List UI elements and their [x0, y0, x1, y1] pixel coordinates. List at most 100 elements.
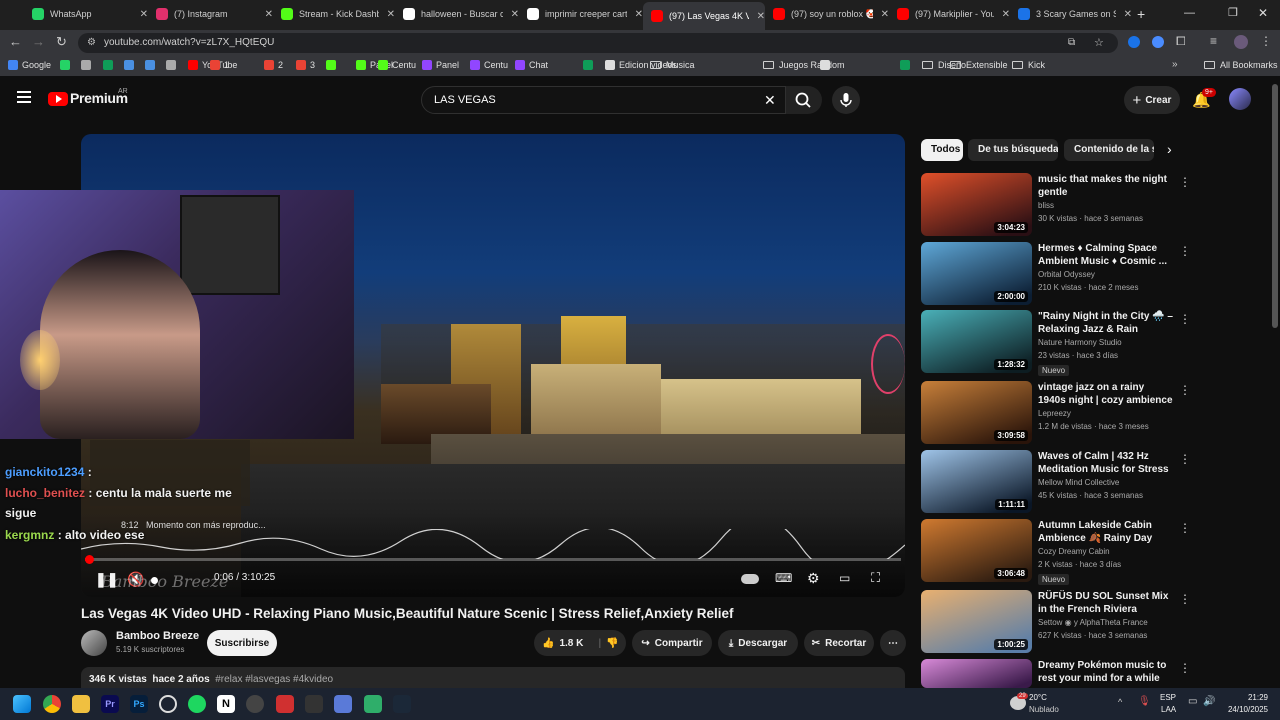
close-window-button[interactable]: ✕ — [1258, 6, 1268, 20]
bookmark-item[interactable] — [820, 60, 834, 70]
notion-icon[interactable]: N — [217, 695, 235, 713]
close-tab-icon[interactable]: ✕ — [1002, 9, 1010, 20]
reload-icon[interactable]: ↻ — [56, 34, 67, 50]
windows-start-icon[interactable] — [13, 695, 31, 713]
recommended-channel[interactable]: Cozy Dreamy Cabin — [1038, 547, 1110, 556]
download-button[interactable]: ⤓ Descargar — [718, 630, 798, 656]
more-options-icon[interactable]: ⋮ — [1179, 244, 1191, 258]
chrome-icon[interactable] — [43, 695, 61, 713]
dislike-icon[interactable]: 👎 — [606, 638, 618, 649]
more-options-icon[interactable]: ⋮ — [1179, 592, 1191, 606]
minimize-button[interactable]: — — [1184, 7, 1195, 19]
video-thumbnail[interactable]: 1:00:25 — [921, 590, 1032, 653]
profile-avatar[interactable] — [1234, 35, 1248, 49]
restore-button[interactable]: ❐ — [1228, 6, 1238, 19]
recommended-title[interactable]: Hermes ♦ Calming Space Ambient Music ♦ C… — [1038, 242, 1174, 268]
network-icon[interactable]: ▭ — [1188, 696, 1197, 707]
install-app-icon[interactable]: ⧉ — [1068, 33, 1075, 53]
recommended-title[interactable]: Waves of Calm | 432 Hz Meditation Music … — [1038, 450, 1174, 477]
browser-tab[interactable]: imprimir creeper cart ✕ — [519, 2, 643, 26]
more-options-icon[interactable]: ⋮ — [1179, 452, 1191, 466]
bookmark-item[interactable]: 2 — [264, 60, 283, 70]
new-tab-button[interactable]: + — [1137, 6, 1145, 22]
microphone-in-use-icon[interactable]: 🎙 — [1138, 696, 1151, 707]
hashtags[interactable]: #relax #lasvegas #4kvideo — [215, 674, 333, 685]
bookmark-item[interactable] — [60, 60, 74, 70]
recommended-channel[interactable]: Orbital Odyssey — [1038, 270, 1095, 279]
browser-tab[interactable]: Stream - Kick Dashbo ✕ — [273, 2, 395, 26]
bookmark-item[interactable]: Panel — [422, 60, 459, 70]
app-icon[interactable] — [334, 695, 352, 713]
video-thumbnail[interactable]: 3:09:58 — [921, 381, 1032, 444]
bookmark-item[interactable] — [81, 60, 95, 70]
bookmark-item[interactable]: Centu — [470, 60, 508, 70]
app-icon[interactable] — [364, 695, 382, 713]
more-bookmarks-icon[interactable]: » — [1172, 59, 1178, 70]
video-thumbnail[interactable]: 3:04:23 — [921, 173, 1032, 236]
forward-icon[interactable]: → — [32, 34, 45, 49]
create-button[interactable]: + Crear — [1124, 86, 1180, 114]
bookmark-item[interactable] — [103, 60, 117, 70]
recommended-title[interactable]: music that makes the night gentle — [1038, 173, 1174, 199]
recommended-video[interactable]: 1:00:25 RÜFÜS DU SOL Sunset Mix in the Fr… — [921, 590, 1201, 654]
tray-chevron-icon[interactable]: ^ — [1118, 697, 1122, 707]
bookmark-item[interactable]: Google — [8, 60, 51, 70]
fullscreen-icon[interactable]: ⛶ — [871, 570, 880, 586]
more-actions-button[interactable]: ⋯ — [880, 630, 906, 656]
spotify-icon[interactable] — [188, 695, 206, 713]
browser-tab[interactable]: (97) Las Vegas 4K Vid ✕ — [643, 2, 765, 30]
steam-icon[interactable] — [393, 695, 411, 713]
more-options-icon[interactable]: ⋮ — [1179, 383, 1191, 397]
close-tab-icon[interactable]: ✕ — [757, 11, 765, 22]
browser-tab[interactable]: halloween - Buscar co ✕ — [395, 2, 519, 26]
browser-menu-icon[interactable]: ⋮ — [1260, 34, 1272, 48]
recommended-channel[interactable]: Settow ◉ y AlphaTheta France — [1038, 618, 1148, 627]
video-thumbnail[interactable]: 3:06:48 — [921, 519, 1032, 582]
search-input[interactable]: LAS VEGAS ✕ — [421, 86, 786, 114]
clock-time[interactable]: 21:29 — [1228, 693, 1268, 702]
search-button[interactable] — [786, 86, 822, 114]
recommended-video[interactable]: 1:11:11 Waves of Calm | 432 Hz Meditation… — [921, 450, 1201, 514]
filter-chip[interactable]: Todos — [921, 139, 963, 161]
more-options-icon[interactable]: ⋮ — [1179, 661, 1191, 675]
weather-temp[interactable]: 20°C — [1029, 693, 1047, 702]
media-control-icon[interactable]: ≡ — [1210, 34, 1217, 48]
browser-tab[interactable]: (7) Instagram ✕ — [148, 2, 273, 26]
bookmark-item[interactable]: 1 — [210, 60, 229, 70]
browser-tab[interactable]: (97) Markiplier - YouT ✕ — [889, 2, 1010, 26]
bookmark-star-icon[interactable]: ☆ — [1094, 33, 1104, 53]
photoshop-icon[interactable]: Ps — [130, 695, 148, 713]
app-icon[interactable] — [305, 695, 323, 713]
recommended-channel[interactable]: Mellow Mind Collective — [1038, 478, 1119, 487]
video-thumbnail[interactable] — [921, 659, 1032, 688]
bookmark-item[interactable]: Musica — [650, 60, 695, 70]
bookmark-item[interactable]: Kick — [1012, 60, 1045, 70]
youtube-logo-icon[interactable] — [48, 92, 68, 106]
more-options-icon[interactable]: ⋮ — [1179, 521, 1191, 535]
recommended-video[interactable]: 2:00:00 Hermes ♦ Calming Space Ambient Mu… — [921, 242, 1201, 306]
progress-bar[interactable] — [85, 558, 901, 561]
site-info-icon[interactable]: ⚙ — [87, 33, 96, 53]
close-tab-icon[interactable]: ✕ — [1124, 9, 1132, 20]
url-bar[interactable]: ⚙ youtube.com/watch?v=zL7X_HQtEQU ⧉ ☆ — [78, 33, 1118, 53]
more-options-icon[interactable]: ⋮ — [1179, 175, 1191, 189]
voice-search-button[interactable] — [832, 86, 860, 114]
bookmark-item[interactable]: Extensible — [950, 60, 1008, 70]
clip-button[interactable]: ✂ Recortar — [804, 630, 874, 656]
more-options-icon[interactable]: ⋮ — [1179, 312, 1191, 326]
bookmark-item[interactable] — [900, 60, 914, 70]
recommended-video[interactable]: Dreamy Pokémon music to rest your mind f… — [921, 659, 1201, 688]
language-code[interactable]: ESP — [1160, 693, 1176, 702]
recommended-video[interactable]: 3:04:23 music that makes the night gentle… — [921, 173, 1201, 237]
all-bookmarks[interactable]: All Bookmarks — [1204, 60, 1278, 70]
autoplay-toggle[interactable] — [741, 574, 759, 584]
recommended-channel[interactable]: Lepreezy — [1038, 409, 1071, 418]
video-thumbnail[interactable]: 1:28:32 — [921, 310, 1032, 373]
settings-gear-icon[interactable]: ⚙ — [807, 570, 820, 587]
clear-search-icon[interactable]: ✕ — [764, 87, 776, 113]
recommended-title[interactable]: RÜFÜS DU SOL Sunset Mix in the French Ri… — [1038, 590, 1174, 616]
filter-chip[interactable]: De tus búsquedas — [968, 139, 1058, 161]
app-icon[interactable] — [246, 695, 264, 713]
browser-tab[interactable]: WhatsApp ✕ — [24, 2, 148, 26]
extension-icon[interactable] — [1128, 36, 1140, 48]
